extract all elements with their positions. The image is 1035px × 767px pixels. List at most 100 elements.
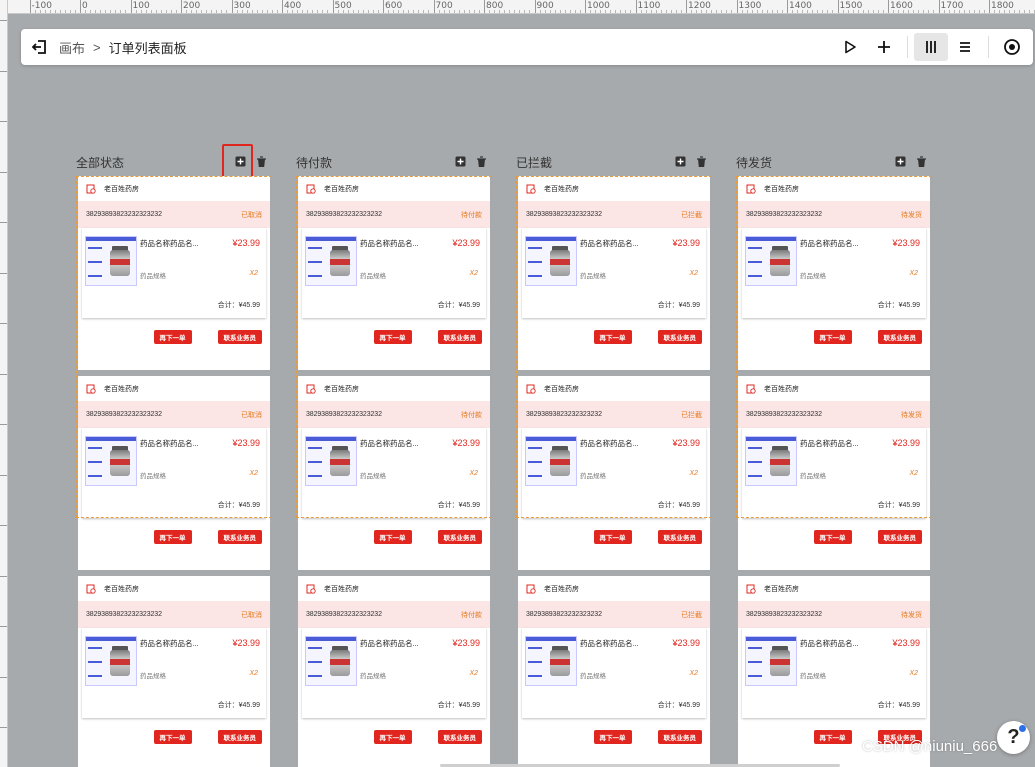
ruler-minor-tick [721, 10, 723, 13]
ruler-tick [0, 575, 7, 577]
ruler-minor-tick [872, 10, 874, 13]
order-card[interactable]: 老百姓药房 38293893823232323232 待付款 药品名称药品名... ¥2… [298, 176, 490, 370]
contact-salesman-button[interactable]: 联系业务员 [217, 330, 262, 344]
goods-name: 药品名称药品名... [360, 639, 419, 648]
order-status: 待发货 [901, 211, 922, 219]
ruler-minor-tick [847, 10, 849, 13]
reorder-button[interactable]: 再下一单 [813, 330, 852, 344]
ruler-minor-tick [898, 10, 900, 13]
ruler-tick [989, 0, 990, 13]
ruler-minor-tick [595, 10, 597, 13]
reorder-button[interactable]: 再下一单 [153, 330, 192, 344]
order-total: 合计：¥45.99 [217, 502, 260, 509]
add-card-icon[interactable] [894, 155, 907, 168]
breadcrumb-separator: > [93, 39, 101, 55]
order-status: 已取消 [241, 211, 262, 219]
delete-icon[interactable] [255, 155, 268, 168]
play-icon[interactable] [833, 33, 867, 61]
contact-salesman-button[interactable]: 联系业务员 [437, 530, 482, 544]
goods-item: 药品名称药品名... ¥23.99 药品规格 X2 合计：¥45.99 [82, 628, 266, 718]
order-total: 合计：¥45.99 [657, 302, 700, 309]
contact-salesman-button[interactable]: 联系业务员 [437, 730, 482, 744]
order-card[interactable]: 老百姓药房 38293893823232323232 待付款 药品名称药品名... ¥2… [298, 376, 490, 570]
order-card[interactable]: 老百姓药房 38293893823232323232 已拦截 药品名称药品名... ¥2… [518, 376, 710, 570]
ruler-tick [787, 0, 788, 13]
ruler-minor-tick [746, 10, 748, 13]
order-number: 38293893823232323232 [86, 611, 162, 618]
contact-salesman-button[interactable]: 联系业务员 [657, 730, 702, 744]
ruler-tick [0, 626, 7, 627]
order-card[interactable]: 老百姓药房 38293893823232323232 待发货 药品名称药品名... ¥2… [738, 376, 930, 570]
columns-view-icon[interactable] [914, 33, 948, 61]
reorder-button[interactable]: 再下一单 [593, 330, 632, 344]
ruler-tick [0, 20, 7, 21]
ruler-minor-tick [802, 10, 804, 13]
ruler-minor-tick [751, 10, 753, 13]
order-card[interactable]: 老百姓药房 38293893823232323232 待发货 药品名称药品名... ¥2… [738, 176, 930, 370]
contact-salesman-button[interactable]: 联系业务员 [657, 330, 702, 344]
ruler-minor-tick [418, 10, 420, 13]
ruler-minor-tick [478, 10, 480, 13]
order-card[interactable]: 老百姓药房 38293893823232323232 已取消 药品名称药品名... ¥2… [78, 576, 270, 767]
reorder-button[interactable]: 再下一单 [153, 730, 192, 744]
order-card[interactable]: 老百姓药房 38293893823232323232 已拦截 药品名称药品名... ¥2… [518, 176, 710, 370]
order-card[interactable]: 老百姓药房 38293893823232323232 已拦截 药品名称药品名... ¥2… [518, 576, 710, 767]
delete-icon[interactable] [695, 155, 708, 168]
reorder-button[interactable]: 再下一单 [373, 530, 412, 544]
ruler-minor-tick [958, 10, 960, 13]
goods-name: 药品名称药品名... [580, 639, 639, 648]
add-card-icon[interactable] [454, 155, 467, 168]
order-card[interactable]: 老百姓药房 38293893823232323232 已取消 药品名称药品名... ¥2… [78, 376, 270, 570]
order-card[interactable]: 老百姓药房 38293893823232323232 已取消 药品名称药品名... ¥2… [78, 176, 270, 370]
order-number: 38293893823232323232 [746, 611, 822, 618]
ruler-tick [0, 323, 7, 324]
ruler-minor-tick [140, 10, 142, 13]
store-icon [526, 584, 536, 594]
ruler-minor-tick [403, 10, 405, 13]
target-icon[interactable] [995, 33, 1029, 61]
ruler-minor-tick [994, 10, 996, 13]
ruler-minor-tick [852, 10, 854, 13]
exit-icon[interactable] [29, 36, 51, 58]
reorder-button[interactable]: 再下一单 [373, 730, 412, 744]
ruler-minor-tick [292, 10, 294, 13]
delete-icon[interactable] [475, 155, 488, 168]
ruler-minor-tick [620, 10, 622, 13]
ruler-minor-tick [953, 10, 955, 13]
ruler-tick [383, 0, 384, 13]
goods-name: 药品名称药品名... [800, 639, 859, 648]
ruler-minor-tick [590, 10, 592, 13]
ruler-minor-tick [675, 10, 677, 13]
ruler-minor-tick [716, 10, 718, 13]
contact-salesman-button[interactable]: 联系业务员 [877, 330, 922, 344]
add-icon[interactable] [867, 33, 901, 61]
reorder-button[interactable]: 再下一单 [373, 330, 412, 344]
breadcrumb-root[interactable]: 画布 [59, 38, 85, 57]
add-card-icon[interactable] [674, 155, 687, 168]
contact-salesman-button[interactable]: 联系业务员 [217, 530, 262, 544]
contact-salesman-button[interactable]: 联系业务员 [437, 330, 482, 344]
reorder-button[interactable]: 再下一单 [593, 530, 632, 544]
goods-price: ¥23.99 [232, 238, 260, 248]
ruler-tick [0, 474, 7, 476]
highlight-box [222, 144, 253, 179]
ruler-tick [635, 0, 637, 13]
list-view-icon[interactable] [948, 33, 982, 61]
reorder-button[interactable]: 再下一单 [813, 530, 852, 544]
contact-salesman-button[interactable]: 联系业务员 [657, 530, 702, 544]
ruler-tick [231, 0, 233, 13]
ruler-minor-tick [514, 10, 516, 13]
reorder-button[interactable]: 再下一单 [813, 730, 852, 744]
reorder-button[interactable]: 再下一单 [593, 730, 632, 744]
delete-icon[interactable] [915, 155, 928, 168]
contact-salesman-button[interactable]: 联系业务员 [877, 530, 922, 544]
contact-salesman-button[interactable]: 联系业务员 [217, 730, 262, 744]
reorder-button[interactable]: 再下一单 [153, 530, 192, 544]
order-card[interactable]: 老百姓药房 38293893823232323232 待付款 药品名称药品名... ¥2… [298, 576, 490, 767]
order-status: 待发货 [901, 411, 922, 419]
ruler-minor-tick [110, 10, 112, 13]
order-info-bar: 38293893823232323232 待发货 [738, 601, 930, 628]
product-image [745, 636, 797, 686]
help-button[interactable]: ? [997, 721, 1030, 754]
add-card-icon[interactable] [222, 144, 253, 179]
